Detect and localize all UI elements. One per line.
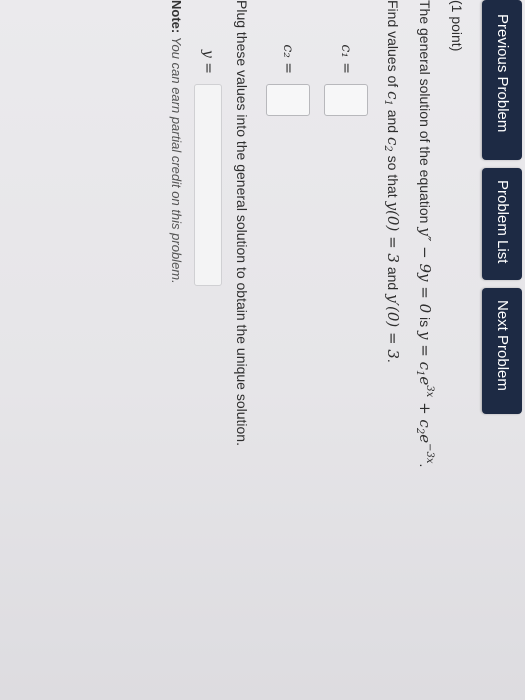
y-input[interactable] (194, 84, 222, 286)
c2-input[interactable] (266, 84, 310, 116)
y-label: y = (200, 49, 216, 74)
problem-list-button[interactable]: Problem List (482, 168, 522, 280)
problem-statement: The general solution of the equation y″ … (414, 0, 435, 690)
problem-canvas: Previous Problem Problem List Next Probl… (0, 0, 525, 700)
next-problem-button[interactable]: Next Problem (482, 288, 522, 414)
gs-exp1-power: 3x (424, 385, 435, 398)
c2-symbol: c2 (382, 137, 402, 152)
c1-answer-row: c₁ = (324, 20, 368, 690)
find-and-2: and (385, 262, 401, 295)
initial-condition-1: y(0) = 3 (384, 201, 402, 263)
gs-prefix: y = c (416, 331, 434, 371)
initial-condition-2: y′(0) = 3 (384, 294, 402, 359)
find-so-that: so that (385, 151, 401, 202)
gs-exp1-base: e (416, 376, 434, 386)
find-prefix: Find values of (385, 0, 401, 92)
instruction-text: Plug these values into the general solut… (234, 0, 250, 446)
c2-label: c₂ = (280, 44, 296, 74)
find-values-statement: Find values of c1 and c2 so that y(0) = … (382, 0, 402, 690)
statement-prefix: The general solution of the equation (417, 0, 433, 228)
gs-exp2-power: −3x (424, 443, 435, 464)
gs-plus: + c (416, 397, 434, 428)
note-text: You can earn partial credit on this prob… (169, 33, 184, 284)
find-end: . (385, 358, 401, 363)
page-background: Previous Problem Problem List Next Probl… (0, 0, 525, 700)
c1-input[interactable] (324, 84, 368, 116)
differential-equation: y″ − 9y = 0 (416, 227, 434, 314)
general-solution: y = c1e3x + c2e−3x (414, 331, 435, 464)
c1-label: c₁ = (338, 44, 354, 74)
c1-symbol: c1 (382, 91, 402, 106)
problem-body: (1 point) The general solution of the eq… (169, 0, 465, 690)
partial-credit-note: Note: You can earn partial credit on thi… (169, 0, 184, 690)
gs-exp2-base: e (416, 434, 434, 444)
note-label: Note: (169, 0, 184, 34)
statement-mid: is (417, 313, 433, 332)
y-answer-row: y = (194, 20, 222, 690)
problem-navigation: Previous Problem Problem List Next Probl… (482, 0, 522, 422)
statement-period: . (417, 463, 433, 468)
c2-answer-row: c₂ = (266, 20, 310, 690)
previous-problem-button[interactable]: Previous Problem (482, 0, 522, 160)
find-and: and (385, 105, 401, 137)
problem-points: (1 point) (449, 0, 465, 52)
